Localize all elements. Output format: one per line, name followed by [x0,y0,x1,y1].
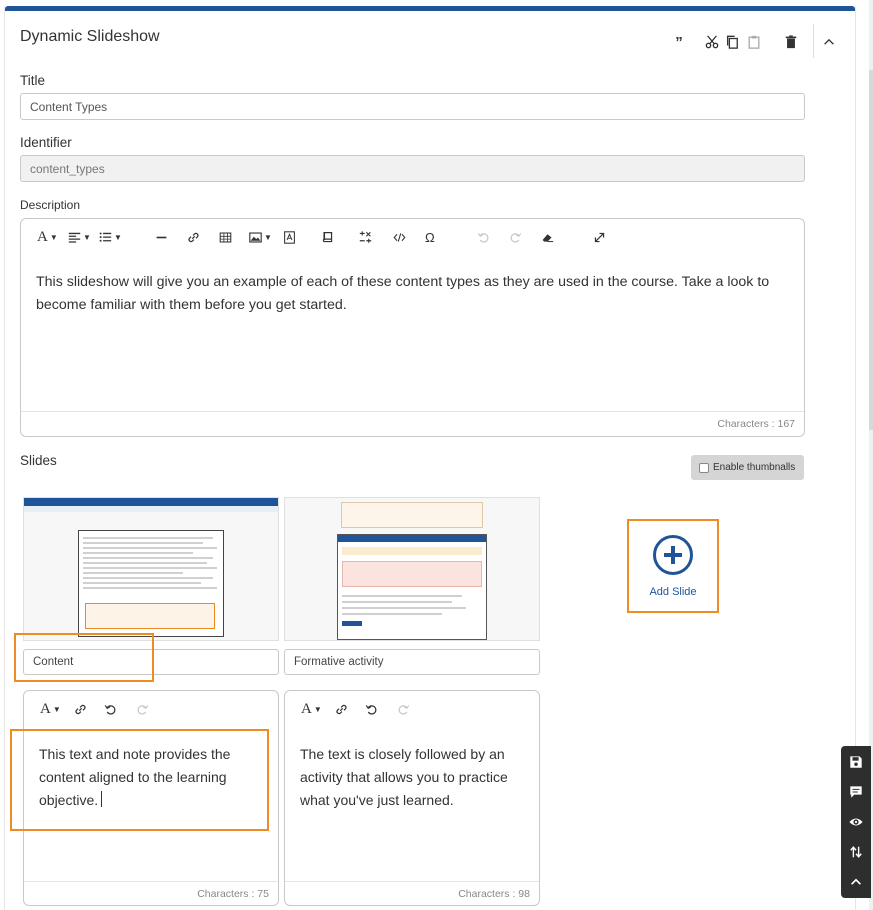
description-text[interactable]: This slideshow will give you an example … [36,271,784,317]
font-style-icon[interactable]: A ▼ [301,701,322,717]
save-icon[interactable] [848,754,864,770]
slide-text-formative-activity[interactable]: The text is closely followed by an activ… [300,743,527,812]
description-editor[interactable]: A ▼ ▼ ▼ ▼ Ω This slideshow will give you … [20,218,805,437]
font-style-icon[interactable]: A ▼ [37,229,58,245]
title-input[interactable]: Content Types [20,93,805,120]
plus-circle-icon [653,534,693,575]
slide-thumbnail-content[interactable] [23,497,279,641]
quote-icon[interactable]: ” [671,34,687,51]
add-slide-button[interactable]: Add Slide [627,519,719,613]
slide-editor-footer: Characters : 98 [285,881,539,905]
slide-editor-content[interactable]: A ▼ This text and note provides the conte… [23,690,279,906]
identifier-label: Identifier [20,135,72,150]
character-count: Characters : 75 [197,888,269,900]
thumbnails-label: Enable thumbnalls [713,462,796,473]
panel-accent-bar [5,6,855,11]
reorder-arrows-icon[interactable] [848,844,864,860]
slide-name-input-formative-activity[interactable]: Formative activity [284,649,540,675]
special-character-icon[interactable]: Ω [425,229,435,245]
redo-icon[interactable] [509,229,522,245]
slide-text-content-value: This text and note provides the content … [39,746,231,808]
header-divider [813,24,814,58]
editor-toolbar: A ▼ ▼ ▼ ▼ Ω [21,219,804,255]
identifier-input: content_types [20,155,805,182]
side-action-dock [841,746,871,898]
comment-icon[interactable] [848,784,864,800]
text-box-icon[interactable] [283,229,296,245]
editor-footer: Characters : 167 [21,411,804,436]
source-code-icon[interactable] [393,229,406,245]
redo-icon[interactable] [397,701,410,717]
slideshow-panel: Dynamic Slideshow ” Title Content Types … [4,6,856,910]
align-icon[interactable]: ▼ [68,229,91,245]
trash-icon[interactable] [783,34,799,50]
slide-thumbnail-formative-activity[interactable] [284,497,540,641]
undo-icon[interactable] [104,701,117,717]
text-caret [101,791,103,807]
redo-icon[interactable] [136,701,149,717]
slide-text-content[interactable]: This text and note provides the content … [39,743,266,812]
character-count: Characters : 167 [717,418,795,430]
enable-thumbnails-toggle[interactable]: Enable thumbnalls [691,455,804,480]
chevron-up-icon[interactable] [821,34,837,50]
scissors-icon[interactable] [704,34,720,50]
math-formula-icon[interactable] [359,229,372,245]
add-slide-label: Add Slide [649,585,697,598]
character-count: Characters : 98 [458,888,530,900]
description-label: Description [20,198,81,212]
slides-label: Slides [20,453,57,468]
slide-name-input-content[interactable]: Content [23,649,279,675]
preview-eye-icon[interactable] [848,814,864,830]
undo-icon[interactable] [365,701,378,717]
font-style-icon[interactable]: A ▼ [40,701,61,717]
paste-icon[interactable] [746,34,762,50]
panel-title: Dynamic Slideshow [20,28,160,45]
undo-icon[interactable] [477,229,490,245]
glossary-book-icon[interactable] [321,229,334,245]
slide-editor-formative-activity[interactable]: A ▼ The text is closely followed by an ac… [284,690,540,906]
thumbnails-checkbox[interactable] [699,462,709,473]
title-label: Title [20,73,46,88]
list-icon[interactable]: ▼ [99,229,122,245]
slide-editor-footer: Characters : 75 [24,881,278,905]
horizontal-rule-icon[interactable] [155,229,168,245]
table-icon[interactable] [219,229,232,245]
scroll-top-chevron-icon[interactable] [848,874,864,890]
fullscreen-icon[interactable] [593,229,606,245]
eraser-icon[interactable] [541,229,554,245]
scrollbar-thumb[interactable] [869,70,873,430]
image-icon[interactable]: ▼ [249,229,272,245]
link-icon[interactable] [74,701,87,717]
link-icon[interactable] [187,229,200,245]
copy-icon[interactable] [724,34,740,50]
link-icon[interactable] [335,701,348,717]
